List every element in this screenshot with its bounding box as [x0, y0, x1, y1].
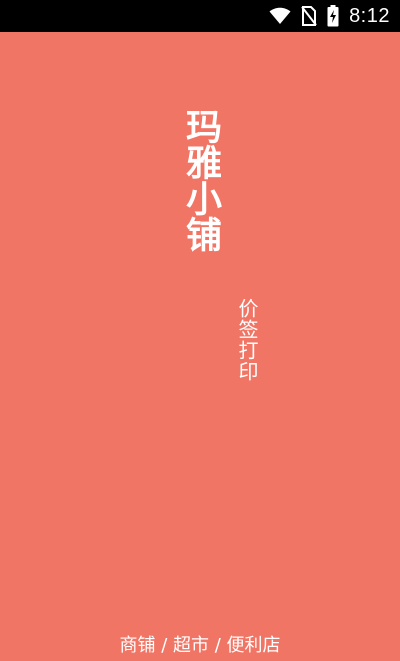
splash-screen: 8:12 玛雅小铺 价签打印 商铺 / 超市 / 便利店	[0, 0, 400, 661]
footer-tagline: 商铺 / 超市 / 便利店	[119, 635, 281, 656]
battery-charging-icon	[327, 5, 339, 27]
no-sim-icon	[301, 6, 317, 26]
status-time: 8:12	[349, 5, 390, 27]
status-bar: 8:12	[0, 0, 400, 32]
wifi-icon	[269, 7, 291, 25]
app-title: 玛雅小铺	[180, 108, 221, 252]
app-subtitle: 价签打印	[235, 298, 259, 382]
status-icons: 8:12	[269, 0, 390, 32]
